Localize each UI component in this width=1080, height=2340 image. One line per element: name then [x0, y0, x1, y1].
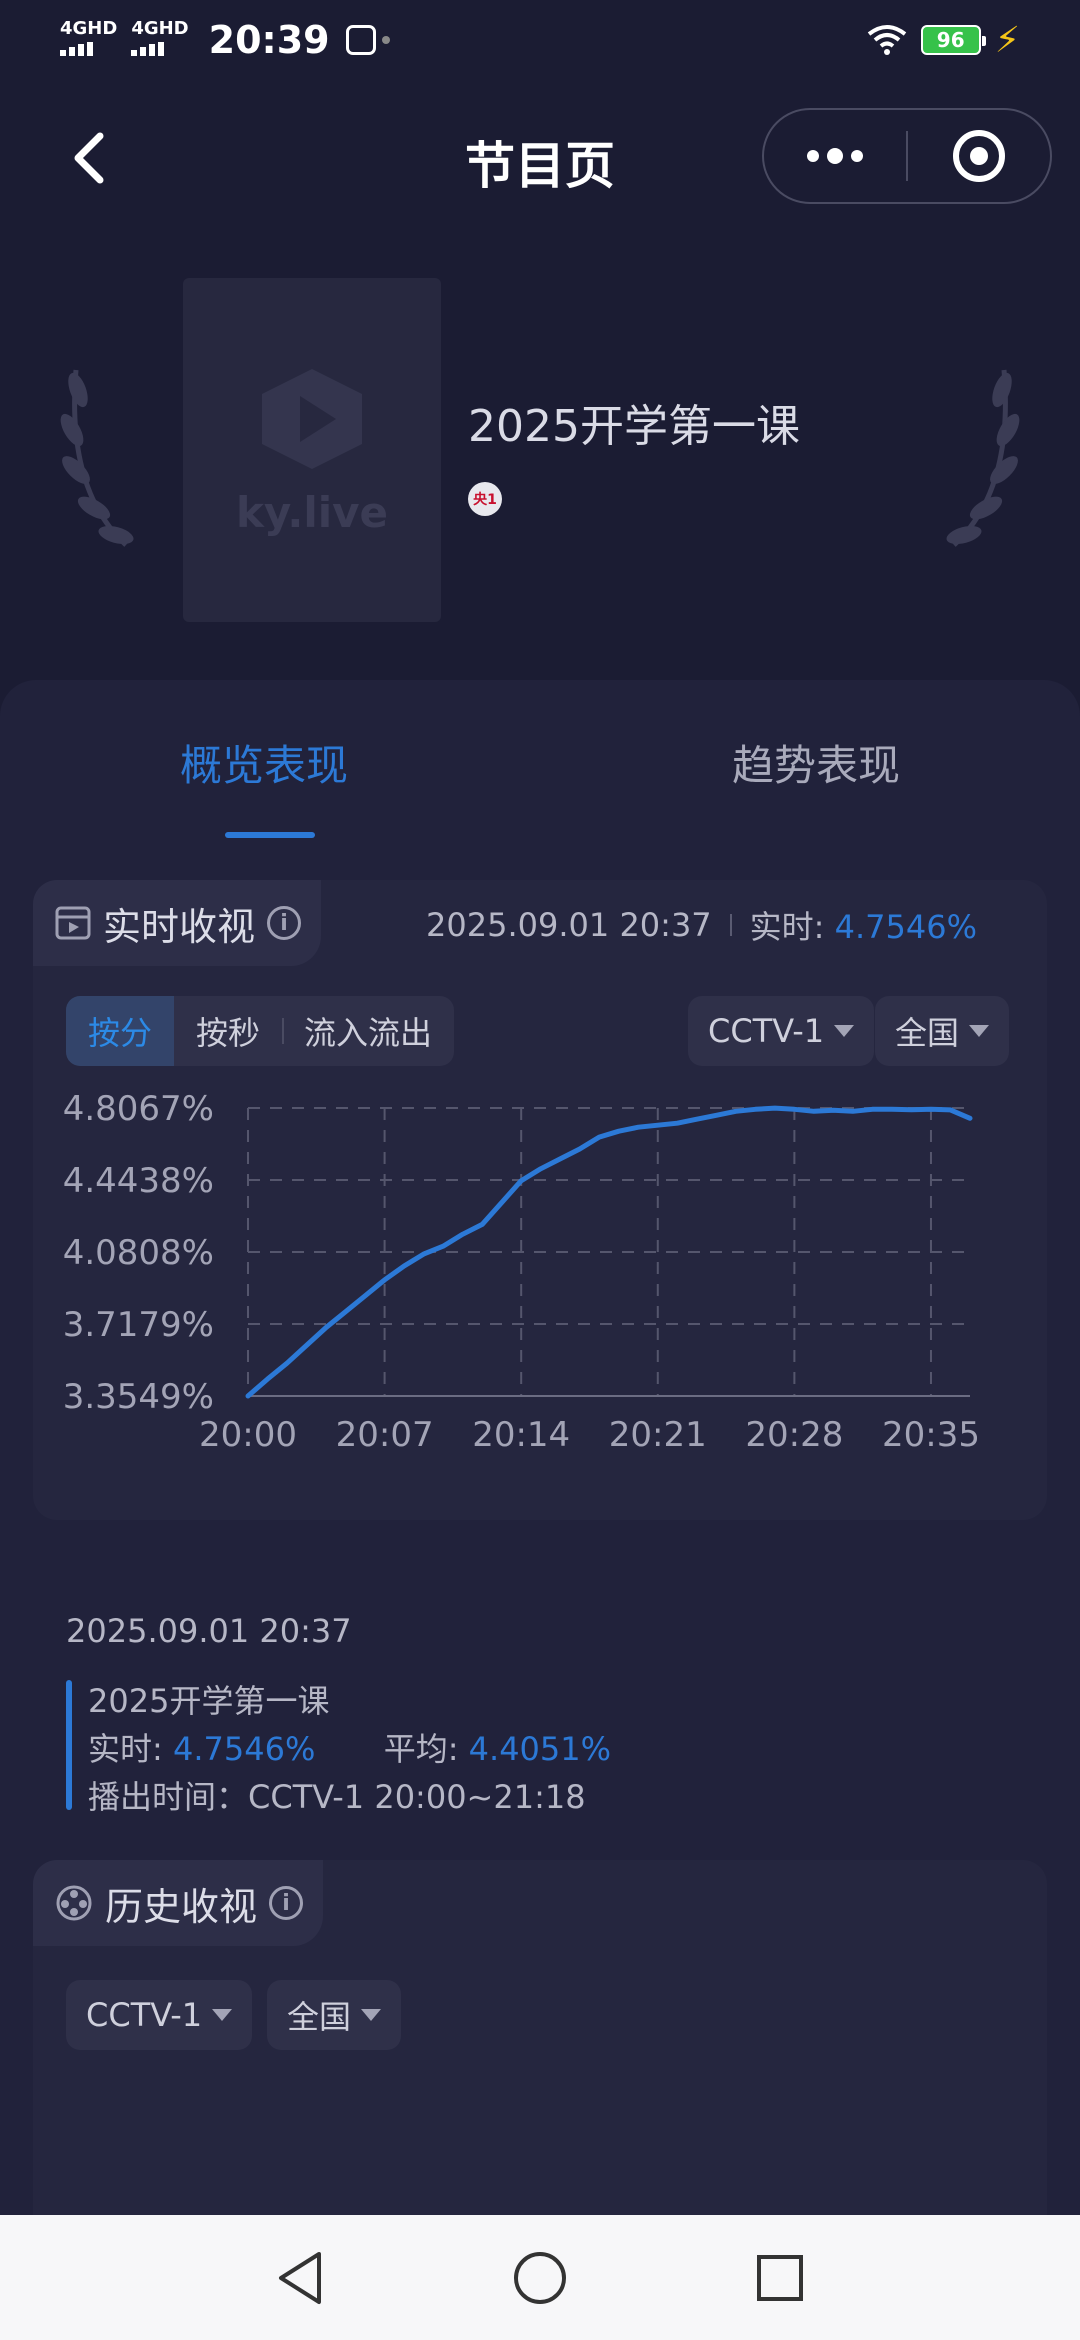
y-tick-label: 3.3549%: [63, 1377, 214, 1417]
battery-icon: 96: [920, 25, 986, 55]
history-region-dropdown[interactable]: 全国: [267, 1980, 402, 2050]
info-icon[interactable]: i: [269, 1886, 304, 1920]
poster-brand-text: ky.live: [235, 487, 389, 537]
circle-home-icon: [514, 2251, 566, 2304]
status-time: 20:39: [208, 18, 330, 62]
signal-label-1: 4GHD: [60, 18, 118, 39]
triangle-back-icon: [279, 2251, 321, 2304]
more-dot-icon: [827, 148, 843, 164]
channel-dropdown[interactable]: CCTV-1: [688, 996, 875, 1066]
history-region-value: 全国: [287, 1998, 352, 2036]
notification-dot-icon: [381, 36, 390, 44]
status-bar: 4GHD 4GHD 20:39 96 ⚡: [0, 0, 1080, 80]
signal-indicator-1: 4GHD: [60, 20, 117, 60]
granularity-selector: 按分 按秒 流入流出: [66, 996, 455, 1066]
nav-recents-button[interactable]: [750, 2248, 810, 2308]
x-tick-label: 20:35: [882, 1415, 980, 1455]
summary-live-value: 4.7546%: [172, 1730, 316, 1768]
summary-values: 实时: 4.7546% 平均: 4.4051%: [88, 1724, 611, 1770]
summary-timestamp: 2025.09.01 20:37: [66, 1612, 352, 1650]
nav-home-button[interactable]: [510, 2248, 570, 2308]
y-tick-label: 4.4438%: [63, 1161, 214, 1201]
tab-trend[interactable]: 趋势表现: [732, 732, 900, 793]
signal-label-2: 4GHD: [131, 18, 189, 39]
mode-inflow-outflow[interactable]: 流入流出: [282, 996, 454, 1066]
square-recents-icon: [757, 2254, 803, 2301]
realtime-live-label: 实时:: [749, 908, 825, 946]
realtime-live-value: 4.7546%: [834, 908, 977, 946]
active-tab-indicator: [225, 832, 315, 838]
mini-program-capsule: [762, 108, 1052, 204]
region-dropdown[interactable]: 全国: [875, 996, 1010, 1066]
realtime-section-header: 实时收视 i: [33, 880, 322, 966]
program-title: 2025开学第一课: [468, 401, 800, 452]
ky-live-logo-icon: [262, 368, 362, 469]
film-reel-icon: [56, 1885, 92, 1921]
cctv1-channel-logo-icon: 央1: [468, 482, 502, 516]
x-tick-label: 20:21: [609, 1415, 707, 1455]
channel-dropdown-value: CCTV-1: [708, 1012, 825, 1050]
system-navigation-bar: [0, 2215, 1080, 2340]
laurel-icon: [60, 369, 134, 547]
nav-bar: 节目页: [0, 100, 1080, 220]
realtime-meta: 2025.09.01 20:37 实时: 4.7546%: [426, 902, 977, 948]
main-panel: 概览表现 趋势表现 实时收视 i 2025.09.01 20:37 实时: 4.…: [0, 680, 1080, 2280]
wifi-icon: [867, 25, 906, 55]
x-tick-label: 20:07: [336, 1415, 434, 1455]
summary-avg-label: 平均:: [383, 1730, 459, 1768]
tab-bar: 概览表现 趋势表现: [0, 680, 1080, 880]
x-tick-label: 20:14: [472, 1415, 570, 1455]
history-channel-dropdown[interactable]: CCTV-1: [66, 1980, 253, 2050]
summary-airtime: 播出时间：CCTV-1 20:00~21:18: [88, 1778, 586, 1816]
mode-per-second[interactable]: 按秒: [174, 996, 282, 1066]
program-header: ky.live 2025开学第一课 央1: [0, 240, 1080, 660]
charging-bolt-icon: ⚡: [994, 19, 1020, 61]
more-dot-icon: [851, 150, 863, 162]
caret-down-icon: [834, 1025, 855, 1037]
more-button[interactable]: [764, 110, 906, 202]
summary-program-title: 2025开学第一课: [88, 1682, 330, 1720]
x-tick-label: 20:00: [199, 1415, 297, 1455]
notification-app-icon: [345, 25, 376, 55]
summary-avg-value: 4.4051%: [468, 1730, 612, 1768]
y-tick-label: 4.0808%: [63, 1233, 214, 1273]
meta-divider: [729, 914, 732, 936]
realtime-line-chart[interactable]: 4.8067% 4.4438% 4.0808% 3.7179% 3.3549%20:00…: [0, 1060, 1080, 1780]
target-icon: [952, 130, 1005, 182]
mode-per-minute[interactable]: 按分: [66, 996, 175, 1066]
y-tick-label: 4.8067%: [63, 1089, 214, 1129]
laurel-icon: [946, 369, 1020, 547]
caret-down-icon: [361, 2009, 382, 2021]
x-tick-label: 20:28: [745, 1415, 843, 1455]
info-icon[interactable]: i: [267, 906, 302, 940]
caret-down-icon: [212, 2009, 233, 2021]
program-poster: ky.live: [183, 278, 441, 622]
close-mini-program-button[interactable]: [908, 110, 1050, 202]
back-button[interactable]: [62, 128, 122, 188]
chevron-left-icon: [74, 132, 104, 184]
battery-level: 96: [936, 28, 965, 52]
more-dot-icon: [807, 150, 819, 162]
region-dropdown-value: 全国: [895, 1014, 960, 1052]
y-tick-label: 3.7179%: [63, 1305, 214, 1345]
history-channel-value: CCTV-1: [86, 1996, 203, 2034]
history-section-header: 历史收视 i: [33, 1860, 324, 1946]
video-icon: [55, 906, 91, 940]
summary-series-bar: [66, 1680, 72, 1810]
channel-badge-text: 央1: [473, 492, 497, 508]
nav-back-button[interactable]: [270, 2248, 330, 2308]
history-section-title: 历史收视: [105, 1884, 258, 1929]
tab-overview[interactable]: 概览表现: [180, 732, 348, 793]
realtime-timestamp: 2025.09.01 20:37: [426, 906, 712, 944]
summary-live-label: 实时:: [88, 1730, 163, 1768]
caret-down-icon: [969, 1025, 990, 1037]
signal-indicator-2: 4GHD: [131, 18, 189, 60]
realtime-section-title: 实时收视: [103, 904, 256, 949]
